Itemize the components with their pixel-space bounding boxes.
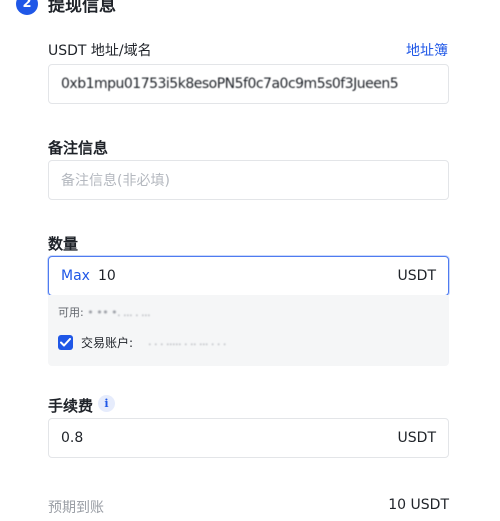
trading-account-value: . . . ..... . .. ... . . . bbox=[148, 335, 226, 348]
address-value: 0xb1mpu01753i5k8esoPN5f0c7a0c9m5s0f3Juee… bbox=[61, 76, 399, 92]
amount-input[interactable]: Max 10 USDT bbox=[48, 256, 449, 296]
checkmark-icon bbox=[60, 338, 71, 347]
address-book-link[interactable]: 地址簿 bbox=[406, 40, 448, 60]
available-label: 可用: bbox=[58, 306, 84, 319]
step-header: 2 提现信息 bbox=[16, 0, 116, 16]
address-input[interactable]: 0xb1mpu01753i5k8esoPN5f0c7a0c9m5s0f3Juee… bbox=[48, 64, 449, 104]
amount-unit: USDT bbox=[397, 268, 436, 284]
available-panel: 可用: • •• •. ... . ... 交易账户: . . . ..... … bbox=[48, 295, 449, 366]
step-number-badge: 2 bbox=[16, 0, 38, 15]
max-button[interactable]: Max bbox=[61, 268, 90, 284]
memo-label: 备注信息 bbox=[48, 139, 109, 157]
trading-account-checkbox[interactable] bbox=[58, 335, 73, 350]
amount-value: 10 bbox=[97, 268, 116, 284]
memo-input[interactable]: 备注信息(非必填) bbox=[48, 160, 449, 200]
expected-arrival-label: 预期到账 bbox=[48, 500, 104, 516]
info-icon[interactable]: i bbox=[98, 395, 115, 412]
fee-value: 0.8 bbox=[61, 430, 84, 446]
trading-account-label: 交易账户: bbox=[81, 336, 134, 350]
amount-label: 数量 bbox=[48, 235, 79, 253]
available-value: • •• •. ... . ... bbox=[87, 306, 151, 319]
available-balance: 可用: • •• •. ... . ... bbox=[58, 304, 151, 320]
address-label: USDT 地址/域名 bbox=[48, 43, 152, 59]
expected-arrival-value: 10 USDT bbox=[388, 497, 449, 513]
memo-placeholder: 备注信息(非必填) bbox=[61, 173, 170, 189]
fee-label: 手续费 bbox=[48, 397, 94, 415]
fee-unit: USDT bbox=[397, 430, 436, 446]
fee-field: 0.8 USDT bbox=[48, 418, 449, 458]
section-title: 提现信息 bbox=[48, 0, 116, 16]
